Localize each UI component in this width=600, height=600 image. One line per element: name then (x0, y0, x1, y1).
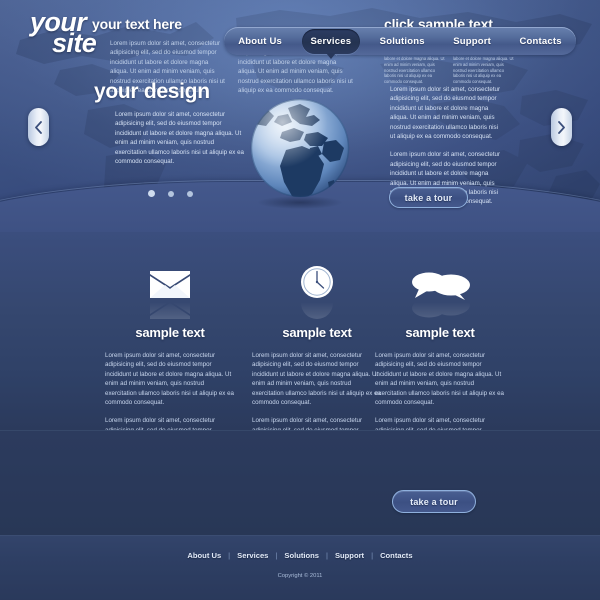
feature-title-3: sample text (405, 325, 475, 340)
feature-paragraph-3a: Lorem ipsum dolor sit amet, consectetur … (375, 352, 504, 407)
your-text-here-title: your text here (92, 16, 182, 32)
speech-bubbles-icon (375, 256, 505, 300)
slider-dot-3[interactable] (187, 190, 193, 197)
slider-prev-button[interactable] (28, 108, 49, 146)
nav-item-services[interactable]: Services (301, 28, 361, 59)
footer-section: About Us | Services | Solutions | Suppor… (0, 535, 600, 600)
chevron-right-icon (558, 120, 565, 134)
footer-link-solutions[interactable]: Solutions (284, 551, 319, 560)
chevron-left-icon (35, 120, 42, 134)
site-logo[interactable]: your site (30, 9, 97, 58)
footer-link-contacts[interactable]: Contacts (380, 551, 413, 560)
globe-icon (250, 98, 350, 198)
envelope-icon (105, 256, 235, 300)
feature-paragraph-2a: Lorem ipsum dolor sit amet, consectetur … (252, 352, 381, 407)
envelope-icon-reflection (105, 301, 235, 321)
slider-next-button[interactable] (551, 108, 572, 146)
feature-title-2: sample text (282, 325, 352, 340)
slider-dot-1[interactable] (148, 190, 155, 197)
features-section: sample text Lorem ipsum dolor sit amet, … (0, 232, 600, 471)
logo-line-2: site (52, 28, 97, 58)
footer-separator: | (371, 551, 374, 560)
footer-link-support[interactable]: Support (335, 551, 364, 560)
nav-item-support[interactable]: Support (444, 29, 500, 54)
nav-item-contacts[interactable]: Contacts (510, 29, 570, 54)
feature-paragraph-1a: Lorem ipsum dolor sit amet, consectetur … (105, 352, 234, 407)
footer-link-about-us[interactable]: About Us (187, 551, 221, 560)
nav-item-solutions[interactable]: Solutions (371, 29, 434, 54)
hero-left-paragraph: Lorem ipsum dolor sit amet, consectetur … (115, 111, 244, 166)
slider-dot-2[interactable] (168, 190, 174, 197)
clock-icon-reflection (252, 301, 382, 321)
slider-pagination[interactable] (148, 190, 193, 197)
footer-separator: | (275, 551, 278, 560)
lower-take-a-tour-button[interactable]: take a tour (392, 490, 476, 513)
nav-item-about-us[interactable]: About Us (229, 29, 291, 54)
copyright-text: Copyright © 2011 (277, 573, 323, 579)
lower-content-section (0, 430, 600, 536)
footer-link-services[interactable]: Services (237, 551, 268, 560)
footer-navigation[interactable]: About Us | Services | Solutions | Suppor… (0, 551, 600, 560)
speech-bubbles-icon-reflection (375, 301, 505, 321)
footer-separator: | (325, 551, 328, 560)
clock-icon (252, 256, 382, 300)
main-navigation[interactable]: About Us Services Solutions Support Cont… (224, 27, 576, 59)
hero-title: your design (94, 80, 210, 103)
feature-title-1: sample text (135, 325, 205, 340)
footer-separator: | (228, 551, 231, 560)
hero-right-paragraph-1: Lorem ipsum dolor sit amet, consectetur … (390, 86, 501, 141)
hero-take-a-tour-button[interactable]: take a tour (389, 187, 468, 208)
website-template-page: your design Lorem ipsum dolor sit amet, … (0, 0, 600, 600)
